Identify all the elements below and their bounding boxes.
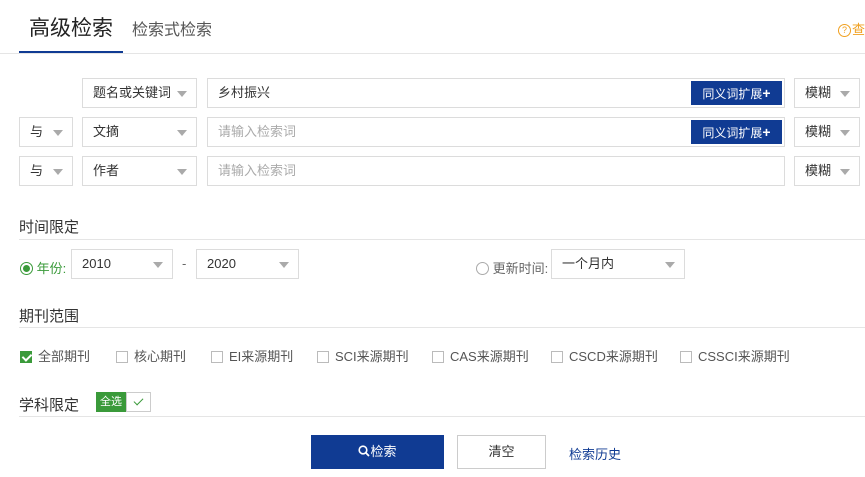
journal-option-core[interactable]: 核心期刊: [116, 346, 186, 365]
radio-unselected-icon: [476, 262, 489, 275]
tab-advanced-search[interactable]: 高级检索: [29, 12, 113, 42]
checkbox-icon: [551, 351, 563, 363]
checkbox-icon: [211, 351, 223, 363]
plus-icon: +: [762, 85, 771, 101]
journal-option-cssci[interactable]: CSSCI来源期刊: [680, 346, 790, 365]
synonym-expand-label: 同义词扩展: [702, 126, 763, 140]
journal-option-label: CSCD来源期刊: [569, 349, 658, 364]
journal-option-ei[interactable]: EI来源期刊: [211, 346, 293, 365]
journal-option-cas[interactable]: CAS来源期刊: [432, 346, 529, 365]
update-time-label: 更新时间:: [492, 261, 549, 276]
chevron-down-icon: [177, 130, 187, 136]
logic-select-3-value: 与: [30, 163, 44, 178]
journal-range-title: 期刊范围: [19, 308, 80, 325]
journal-option-label: CAS来源期刊: [450, 349, 529, 364]
section-divider: [19, 327, 865, 328]
journal-option-label: 全部期刊: [38, 349, 91, 364]
search-term-3-placeholder: 请输入检索词: [218, 163, 297, 178]
logic-select-3[interactable]: 与: [19, 156, 73, 186]
select-all-tag[interactable]: 全选: [96, 392, 126, 412]
checkbox-icon: [680, 351, 692, 363]
chevron-down-icon: [665, 262, 675, 268]
journal-option-label: EI来源期刊: [229, 349, 294, 364]
chevron-down-icon: [177, 91, 187, 97]
chevron-down-icon: [153, 262, 163, 268]
checkbox-icon: [432, 351, 444, 363]
chevron-down-icon: [177, 169, 187, 175]
search-button[interactable]: 检索: [311, 435, 444, 469]
update-time-radio[interactable]: 更新时间:: [476, 258, 548, 277]
field-select-1[interactable]: 题名或关键词: [82, 78, 197, 108]
search-history-link[interactable]: 检索历史: [569, 444, 621, 463]
clear-button[interactable]: 清空: [457, 435, 546, 469]
help-label: 查: [852, 22, 865, 37]
tab-divider: [0, 53, 865, 54]
question-icon: ?: [838, 24, 851, 37]
update-time-select[interactable]: 一个月内: [551, 249, 685, 279]
chevron-down-icon: [53, 130, 63, 136]
chevron-down-icon: [840, 130, 850, 136]
year-from-select[interactable]: 2010: [71, 249, 173, 279]
logic-select-2[interactable]: 与: [19, 117, 73, 147]
subject-limit-title: 学科限定: [19, 397, 80, 414]
clear-button-label: 清空: [488, 444, 515, 459]
journal-option-label: 核心期刊: [134, 349, 187, 364]
field-select-2-value: 文摘: [93, 124, 120, 139]
section-divider: [19, 239, 865, 240]
year-radio[interactable]: 年份:: [20, 258, 66, 277]
logic-select-2-value: 与: [30, 124, 44, 139]
tab-expression-search[interactable]: 检索式检索: [132, 16, 212, 40]
search-button-label: 检索: [370, 444, 397, 459]
match-select-2-value: 模糊: [805, 124, 832, 139]
year-to-select[interactable]: 2020: [196, 249, 299, 279]
chevron-down-icon: [840, 169, 850, 175]
search-term-2-placeholder: 请输入检索词: [218, 124, 297, 139]
synonym-expand-label: 同义词扩展: [702, 87, 763, 101]
help-link[interactable]: ? 查: [838, 19, 865, 38]
checkbox-icon: [116, 351, 128, 363]
checkbox-icon: [317, 351, 329, 363]
chevron-down-icon: [53, 169, 63, 175]
plus-icon: +: [762, 124, 771, 140]
field-select-3-value: 作者: [93, 163, 120, 178]
match-select-2[interactable]: 模糊: [794, 117, 860, 147]
chevron-down-icon: [279, 262, 289, 268]
journal-option-sci[interactable]: SCI来源期刊: [317, 346, 409, 365]
radio-selected-icon: [20, 262, 33, 275]
journal-option-cscd[interactable]: CSCD来源期刊: [551, 346, 658, 365]
field-select-3[interactable]: 作者: [82, 156, 197, 186]
synonym-expand-button-2[interactable]: 同义词扩展+: [691, 120, 782, 144]
section-divider: [19, 416, 865, 417]
update-time-value: 一个月内: [562, 256, 615, 271]
year-to-value: 2020: [207, 256, 236, 271]
time-limit-title: 时间限定: [19, 219, 80, 236]
synonym-expand-button-1[interactable]: 同义词扩展+: [691, 81, 782, 105]
journal-option-label: SCI来源期刊: [335, 349, 409, 364]
match-select-1-value: 模糊: [805, 85, 832, 100]
search-icon: [358, 445, 371, 457]
chevron-down-icon: [840, 91, 850, 97]
select-all-check-icon[interactable]: [126, 392, 151, 412]
search-term-input-3[interactable]: 请输入检索词: [207, 156, 785, 186]
field-select-2[interactable]: 文摘: [82, 117, 197, 147]
match-select-1[interactable]: 模糊: [794, 78, 860, 108]
field-select-1-value: 题名或关键词: [93, 85, 172, 100]
search-term-1-value: 乡村振兴: [218, 85, 271, 100]
year-from-value: 2010: [82, 256, 111, 271]
year-range-dash: -: [182, 256, 187, 271]
checkbox-checked-icon: [20, 351, 32, 363]
match-select-3[interactable]: 模糊: [794, 156, 860, 186]
journal-option-label: CSSCI来源期刊: [698, 349, 790, 364]
year-label: 年份:: [36, 261, 67, 276]
match-select-3-value: 模糊: [805, 163, 832, 178]
journal-option-all[interactable]: 全部期刊: [20, 346, 90, 365]
